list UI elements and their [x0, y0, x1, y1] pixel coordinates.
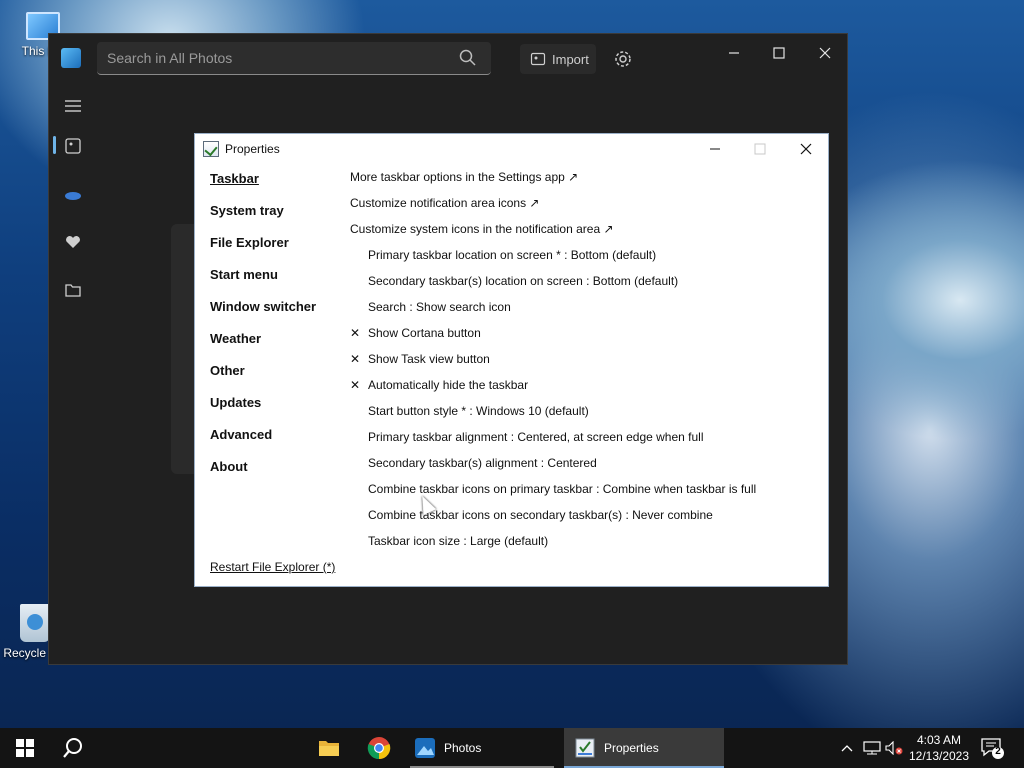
notification-count-badge: 2: [995, 746, 1001, 757]
system-icons-link[interactable]: Customize system icons in the notificati…: [350, 222, 614, 238]
photos-titlebar: Import: [49, 34, 847, 84]
tray-overflow-chevron[interactable]: [838, 728, 856, 768]
properties-app-icon: [203, 141, 219, 157]
volume-muted-icon: [885, 741, 903, 755]
folder-icon[interactable]: [61, 278, 85, 302]
gear-icon[interactable]: [612, 48, 634, 70]
start-button[interactable]: [12, 728, 38, 768]
minimize-button[interactable]: [719, 40, 749, 66]
option-start-button-style[interactable]: Start button style * : Windows 10 (defau…: [350, 404, 589, 420]
onedrive-icon[interactable]: [61, 182, 85, 206]
minimize-icon: [729, 52, 739, 54]
taskbar-search-button[interactable]: [58, 728, 88, 768]
tray-network[interactable]: [862, 728, 882, 768]
tray-volume[interactable]: [884, 728, 904, 768]
option-secondary-taskbar-alignment[interactable]: Secondary taskbar(s) alignment : Centere…: [350, 456, 597, 472]
nav-item-other[interactable]: Other: [210, 363, 245, 378]
close-button[interactable]: [810, 40, 840, 66]
option-combine-primary[interactable]: Combine taskbar icons on primary taskbar…: [350, 482, 756, 498]
unchecked-x-icon: ✕: [350, 352, 361, 366]
chrome-icon: [367, 737, 391, 760]
search-icon: [63, 738, 82, 758]
nav-item-about[interactable]: About: [210, 459, 248, 474]
network-icon: [863, 741, 881, 755]
taskbar-properties-label: Properties: [604, 741, 659, 755]
hamburger-menu-icon[interactable]: [61, 94, 85, 118]
option-primary-taskbar-alignment[interactable]: Primary taskbar alignment : Centered, at…: [350, 430, 704, 446]
all-photos-icon[interactable]: [61, 134, 85, 158]
properties-dialog: Properties Taskbar System tray File Expl…: [194, 133, 829, 587]
restart-file-explorer-link[interactable]: Restart File Explorer (*): [210, 560, 335, 574]
photos-nav-rail: [49, 84, 97, 664]
minimize-icon: [710, 148, 720, 150]
option-combine-secondary[interactable]: Combine taskbar icons on secondary taskb…: [350, 508, 713, 524]
taskbar: Photos Properties 4:03 AM 12/13/2023 2: [0, 728, 1024, 768]
import-label: Import: [552, 51, 589, 67]
nav-item-window-switcher[interactable]: Window switcher: [210, 299, 316, 314]
clock-date: 12/13/2023: [908, 749, 970, 763]
favorites-heart-icon[interactable]: [61, 230, 85, 254]
close-icon: [800, 143, 812, 155]
close-button[interactable]: [784, 136, 828, 162]
photos-search-box[interactable]: [97, 42, 491, 75]
photos-app-icon: [61, 48, 81, 68]
taskbar-file-explorer[interactable]: [314, 728, 344, 768]
properties-titlebar: Properties: [195, 134, 828, 164]
clock-time: 4:03 AM: [916, 733, 962, 747]
import-button[interactable]: Import: [520, 44, 596, 74]
close-icon: [819, 47, 831, 59]
taskbar-clock[interactable]: 4:03 AM 12/13/2023: [906, 732, 972, 764]
nav-item-weather[interactable]: Weather: [210, 331, 261, 346]
nav-item-updates[interactable]: Updates: [210, 395, 261, 410]
nav-item-start-menu[interactable]: Start menu: [210, 267, 278, 282]
maximize-button[interactable]: [738, 136, 782, 162]
recycle-bin-icon: [20, 604, 50, 642]
option-search[interactable]: Search : Show search icon: [350, 300, 511, 316]
search-icon[interactable]: [459, 49, 477, 67]
minimize-button[interactable]: [693, 136, 737, 162]
import-icon: [530, 52, 546, 66]
maximize-icon: [754, 143, 766, 155]
maximize-icon: [773, 47, 785, 59]
option-primary-taskbar-location[interactable]: Primary taskbar location on screen * : B…: [350, 248, 656, 264]
option-show-task-view-button[interactable]: ✕ Show Task view button: [350, 352, 490, 368]
photos-icon: [415, 738, 435, 758]
nav-item-taskbar[interactable]: Taskbar: [210, 171, 259, 186]
windows-logo-icon: [16, 739, 34, 757]
option-auto-hide-taskbar[interactable]: ✕ Automatically hide the taskbar: [350, 378, 528, 394]
option-show-cortana-button[interactable]: ✕ Show Cortana button: [350, 326, 481, 342]
dialog-title: Properties: [225, 142, 280, 156]
notification-icons-link[interactable]: Customize notification area icons ↗: [350, 196, 539, 212]
maximize-button[interactable]: [764, 40, 794, 66]
option-taskbar-icon-size[interactable]: Taskbar icon size : Large (default): [350, 534, 548, 550]
photos-search-input[interactable]: [107, 48, 447, 68]
chevron-up-icon: [841, 745, 853, 752]
taskbar-photos-label: Photos: [444, 741, 482, 755]
taskbar-properties[interactable]: Properties: [564, 728, 724, 768]
properties-icon: [575, 738, 595, 758]
settings-app-link[interactable]: More taskbar options in the Settings app…: [350, 170, 578, 186]
option-secondary-taskbar-location[interactable]: Secondary taskbar(s) location on screen …: [350, 274, 678, 290]
folder-icon: [319, 741, 339, 756]
nav-item-file-explorer[interactable]: File Explorer: [210, 235, 289, 250]
unchecked-x-icon: ✕: [350, 378, 361, 392]
nav-item-advanced[interactable]: Advanced: [210, 427, 272, 442]
action-center-button[interactable]: 2: [980, 736, 1004, 760]
nav-item-system-tray[interactable]: System tray: [210, 203, 284, 218]
unchecked-x-icon: ✕: [350, 326, 361, 340]
active-indicator: [53, 136, 56, 154]
taskbar-photos[interactable]: Photos: [404, 728, 560, 768]
taskbar-chrome[interactable]: [364, 728, 394, 768]
